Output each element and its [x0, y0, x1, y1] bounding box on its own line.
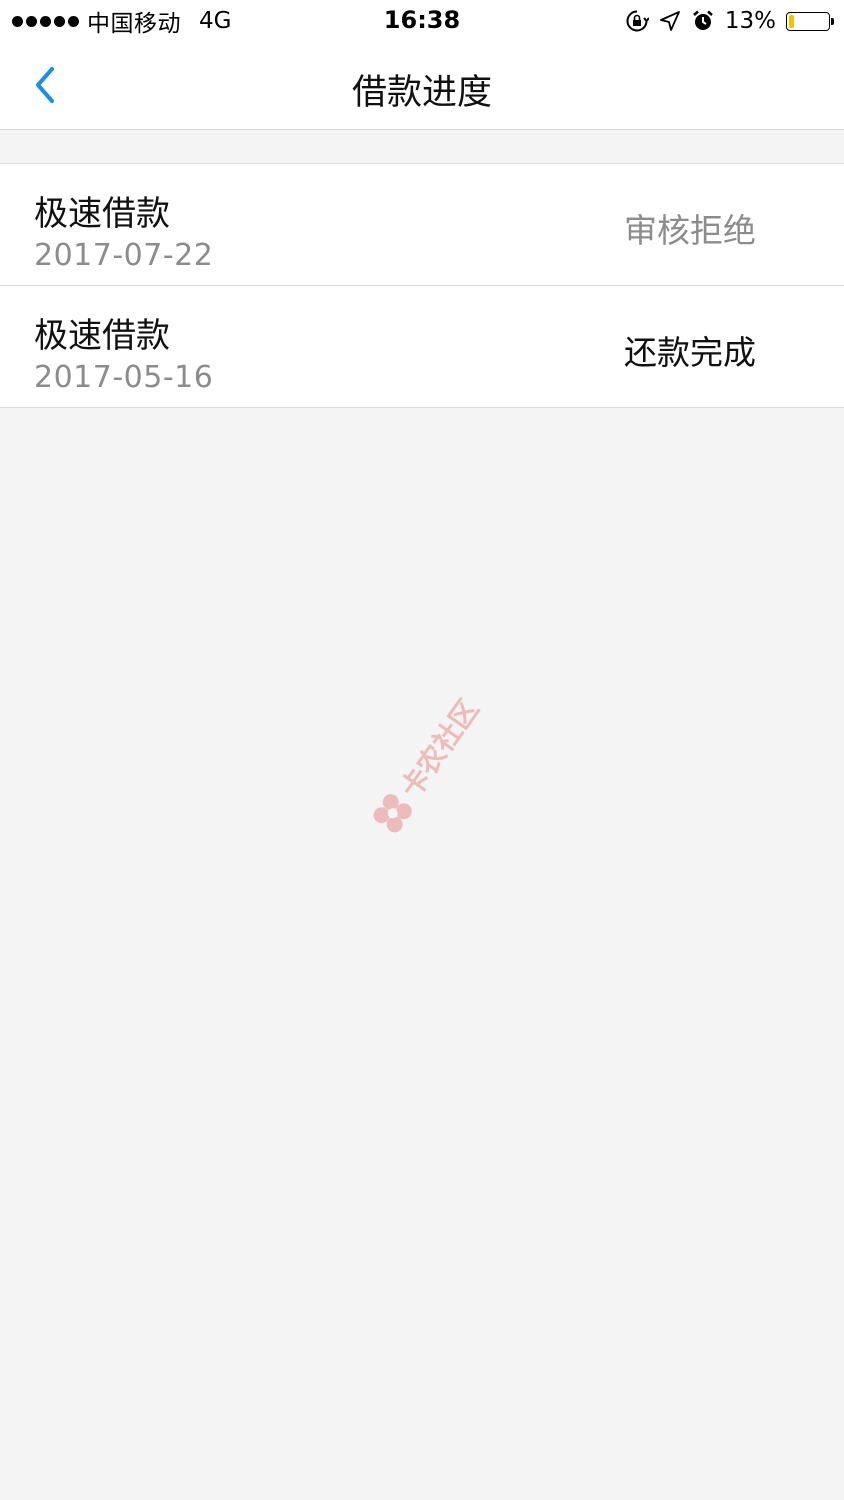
status-bar-right: 13% [625, 6, 834, 36]
battery-level [789, 14, 794, 28]
list-item[interactable]: 极速借款 2017-05-16 还款完成 [0, 286, 844, 408]
loan-list: 极速借款 2017-07-22 审核拒绝 极速借款 2017-05-16 还款完… [0, 163, 844, 408]
battery-percent: 13% [724, 8, 776, 34]
loan-name: 极速借款 [34, 316, 170, 356]
loan-status: 审核拒绝 [624, 211, 756, 250]
alarm-icon [691, 9, 715, 33]
loan-date: 2017-07-22 [34, 238, 214, 273]
orientation-lock-icon [625, 9, 649, 33]
watermark-text: 卡农社区 [394, 693, 486, 804]
loan-date: 2017-05-16 [34, 360, 214, 395]
status-bar: 中国移动 4G 16:38 13% [0, 0, 844, 42]
navigation-bar: 借款进度 [0, 42, 844, 130]
location-arrow-icon [659, 10, 681, 32]
list-item[interactable]: 极速借款 2017-07-22 审核拒绝 [0, 164, 844, 286]
battery-icon [786, 11, 834, 31]
watermark: 卡农社区 [332, 656, 528, 864]
loan-name: 极速借款 [34, 194, 170, 234]
loan-status: 还款完成 [624, 333, 756, 372]
page-title: 借款进度 [351, 73, 492, 113]
